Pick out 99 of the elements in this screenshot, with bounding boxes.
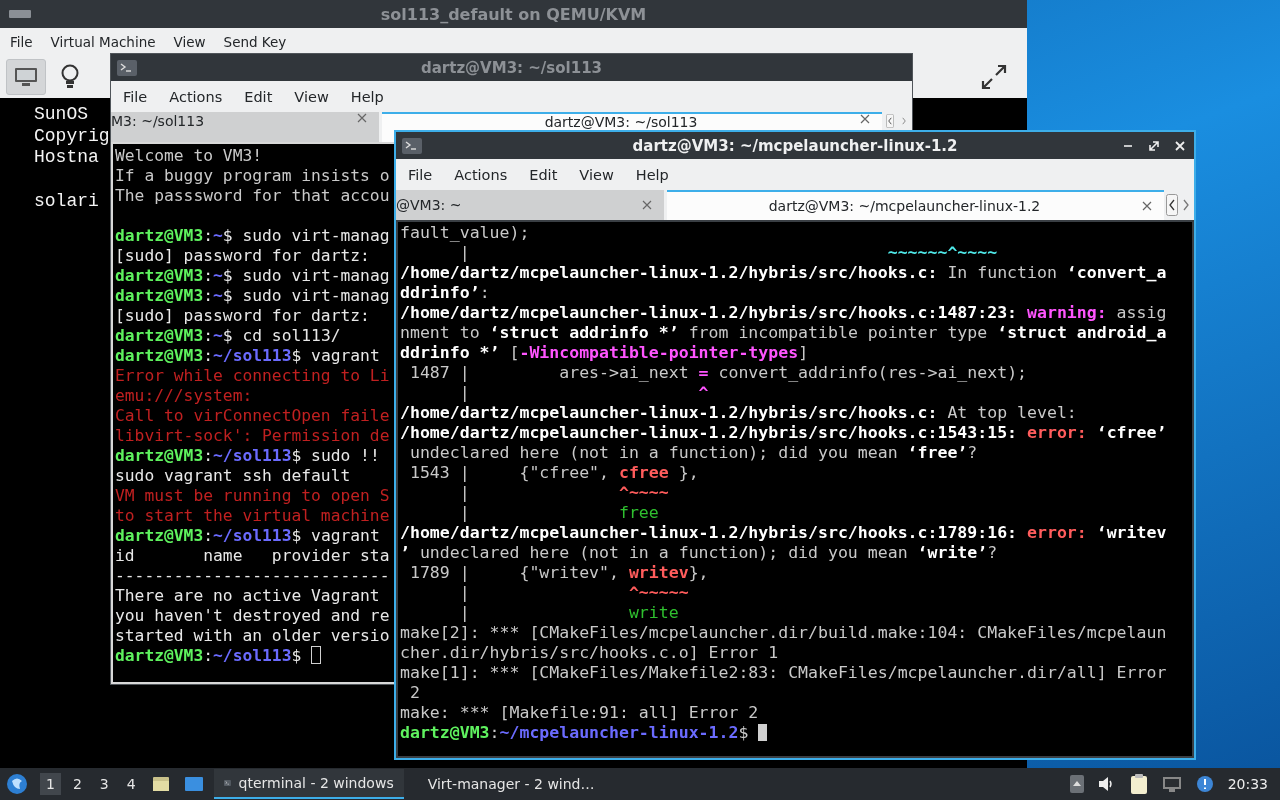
terminal-line: undeclared here (not in a function); did you mean ‘free’? xyxy=(408,443,978,463)
desktop-icon[interactable] xyxy=(183,775,204,793)
terminal-line: make[1]: *** [CMakeFiles/Makefile2:83: CMakeFiles/mcpelauncher.dir/all] Error xyxy=(400,663,1167,683)
terminal-line: you haven't destroyed and re xyxy=(115,606,390,626)
menu-item[interactable]: Virtual Machine xyxy=(50,33,156,50)
close-icon[interactable] xyxy=(860,114,870,124)
workspace-button[interactable]: 1 xyxy=(40,773,61,795)
terminal-line: There are no active Vagrant xyxy=(115,586,380,606)
menu-item[interactable]: File xyxy=(123,88,148,105)
terminal-line: 1789 | {"writev", writev}, xyxy=(408,563,709,583)
terminal-line: VM must be running to open S xyxy=(115,486,390,506)
network-icon[interactable] xyxy=(1161,775,1182,793)
console-line: Hostna xyxy=(34,147,99,169)
terminal-line: ---------------------------- xyxy=(115,566,390,586)
start-menu-icon[interactable] xyxy=(6,773,28,795)
console-line: solari xyxy=(34,190,99,212)
terminal-line: dartz@VM3:~$ sudo virt-manag xyxy=(115,286,390,306)
menu-item[interactable]: File xyxy=(408,166,433,183)
folder-icon[interactable] xyxy=(151,775,170,793)
terminal-line: /home/dartz/mcpelauncher-linux-1.2/hybris/src/hooks.c:1487:23: warning: assig xyxy=(400,303,1167,323)
lightbulb-icon xyxy=(60,63,80,90)
terminal-line: libvirt-sock': Permission de xyxy=(115,426,390,446)
terminal-line: id name provider sta xyxy=(115,546,390,566)
menu-item[interactable]: Actions xyxy=(454,166,508,183)
terminal-line: | ^~~~~~ xyxy=(458,583,689,603)
terminal-line: Error while connecting to Li xyxy=(115,366,390,386)
terminal-icon xyxy=(117,59,137,76)
taskbar-button[interactable]: Virt-manager - 2 wind… xyxy=(409,769,600,799)
terminal-line: sudo vagrant ssh default xyxy=(115,466,351,486)
tab[interactable]: @VM3: ~ xyxy=(396,190,664,220)
terminal-line: If a buggy program insists o xyxy=(115,166,390,186)
tab[interactable]: M3: ~/sol113 xyxy=(111,112,379,142)
workspace-button[interactable]: 2 xyxy=(66,773,88,795)
terminal-line: to start the virtual machine xyxy=(115,506,390,526)
terminal-line: /home/dartz/mcpelauncher-linux-1.2/hybris/src/hooks.c:1789:16: error: ‘writev xyxy=(400,523,1167,543)
menu-item[interactable]: View xyxy=(173,33,206,50)
terminal-line: 1487 | ares->ai_next = convert_addrinfo(res->ai_next); xyxy=(408,363,1028,383)
terminal-line: 2 xyxy=(408,683,420,703)
workspace-button[interactable]: 4 xyxy=(120,773,142,795)
terminal-line: [sudo] password for dartz: xyxy=(115,306,370,326)
terminal-line: dartz@VM3:~/sol113$ vagrant xyxy=(115,346,380,366)
terminal-line: Call to virConnectOpen faile xyxy=(115,406,390,426)
menu-item[interactable]: Help xyxy=(350,88,384,105)
terminal-line: [sudo] password for dartz: xyxy=(115,246,370,266)
menu-item[interactable]: Edit xyxy=(244,88,273,105)
console-line: Copyrig xyxy=(34,125,110,147)
terminal-line: /home/dartz/mcpelauncher-linux-1.2/hybris/src/hooks.c: In function ‘convert_a xyxy=(400,263,1167,283)
terminal-line: /home/dartz/mcpelauncher-linux-1.2/hybris/src/hooks.c:1543:15: error: ‘cfree’ xyxy=(400,423,1167,443)
menu-item[interactable]: Actions xyxy=(169,88,223,105)
menu-item[interactable]: View xyxy=(294,88,329,105)
terminal-line: dartz@VM3:~/sol113$ vagrant xyxy=(115,526,380,546)
terminal-line: 1543 | {"cfree", cfree }, xyxy=(408,463,699,483)
terminal-line: make[2]: *** [CMakeFiles/mcpelauncher.dir/build.make:104: CMakeFiles/mcpelaun xyxy=(400,623,1167,643)
console-button[interactable] xyxy=(6,58,46,95)
terminal-line: dartz@VM3:~/mcpelauncher-linux-1.2$ xyxy=(400,723,768,743)
fullscreen-icon[interactable] xyxy=(981,63,1007,90)
terminal-line: Welcome to VM3! xyxy=(115,146,263,166)
clipboard-icon[interactable] xyxy=(1129,773,1148,795)
tab[interactable]: dartz@VM3: ~/mcpelauncher-linux-1.2 xyxy=(667,190,1164,220)
terminal-line: | ^~~~~ xyxy=(458,483,669,503)
window-title: sol113_default on QEMU/KVM xyxy=(380,4,647,24)
clock[interactable]: 20:33 xyxy=(1227,776,1268,792)
terminal-line: started with an older versio xyxy=(115,626,390,646)
menu-item[interactable]: View xyxy=(579,166,614,183)
terminal-line: make: *** [Makefile:91: all] Error 2 xyxy=(400,703,759,723)
menu-item[interactable]: Send Key xyxy=(223,33,287,50)
menu-item[interactable]: Edit xyxy=(529,166,558,183)
terminal-line: dartz@VM3:~$ sudo virt-manag xyxy=(115,226,390,246)
terminal-line: ’ undeclared here (not in a function); did you mean ‘write’? xyxy=(400,543,998,563)
terminal-line: /home/dartz/mcpelauncher-linux-1.2/hybris/src/hooks.c: At top level: xyxy=(400,403,1077,423)
menu-item[interactable]: Help xyxy=(635,166,669,183)
terminal-line: dartz@VM3:~$ sudo virt-manag xyxy=(115,266,390,286)
terminal-line: ddrinfo’: xyxy=(400,283,490,303)
terminal-line: | ~~~~~~^~~~~ xyxy=(458,243,998,263)
terminal-line: | write xyxy=(458,603,679,623)
close-icon[interactable] xyxy=(1142,201,1152,211)
menu-item[interactable]: File xyxy=(10,33,33,50)
vm-icon xyxy=(8,8,32,20)
taskbar-button[interactable]: qterminal - 2 windows xyxy=(213,769,404,799)
chevron-left-icon[interactable] xyxy=(1166,194,1178,216)
terminal-line: | ^ xyxy=(458,383,709,403)
terminal-line: cher.dir/hybris/src/hooks.c.o] Error 1 xyxy=(400,643,779,663)
console-line: SunOS xyxy=(34,104,88,126)
terminal-icon xyxy=(402,137,422,154)
terminal-line: dartz@VM3:~$ cd sol113/ xyxy=(115,326,341,346)
terminal-line: fault_value); xyxy=(400,223,530,243)
window-title: dartz@VM3: ~/sol113 xyxy=(420,58,603,77)
terminal-line: dartz@VM3:~/sol113$ sudo !! xyxy=(115,446,380,466)
terminal-line: The passsword for that accou xyxy=(115,186,390,206)
terminal-line: nment to ‘struct addrinfo *’ from incompatible pointer type ‘struct android_a xyxy=(400,323,1167,343)
tray-expand-icon[interactable] xyxy=(1069,775,1084,793)
maximize-icon[interactable] xyxy=(1148,139,1160,152)
monitor-icon xyxy=(14,66,38,87)
terminal-line: ddrinfo *’ [-Wincompatible-pointer-types] xyxy=(400,343,809,363)
workspace-button[interactable]: 3 xyxy=(93,773,115,795)
terminal-line: dartz@VM3:~/sol113$ xyxy=(115,646,322,666)
notification-icon[interactable] xyxy=(1195,775,1214,793)
terminal-line: emu:///system: xyxy=(115,386,253,406)
terminal-line: | free xyxy=(458,503,659,523)
